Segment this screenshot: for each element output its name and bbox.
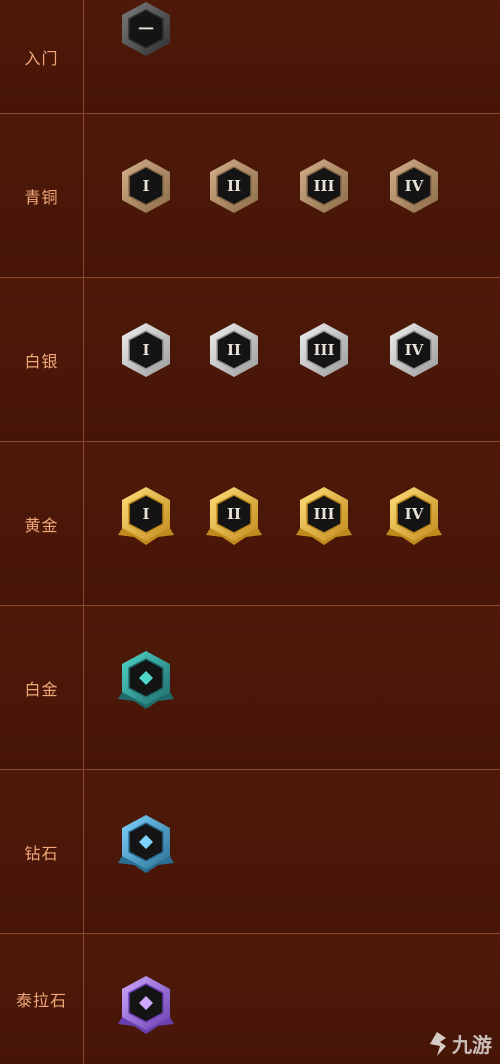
rank-label-cell: 入门 [0, 0, 84, 113]
rank-label: 黄金 [24, 515, 59, 535]
rank-badges [84, 770, 500, 933]
diamond-rank-badge-icon [118, 813, 174, 875]
badge-tier-numeral: III [313, 505, 334, 523]
rank-badges: I II III IV [84, 278, 500, 441]
badge-tier-numeral: IV [405, 505, 424, 523]
rank-label: 白银 [24, 351, 59, 371]
badge-tier-numeral: II [227, 177, 241, 195]
rank-label-cell: 黄金 [0, 442, 84, 605]
rank-label: 泰拉石 [15, 991, 67, 1010]
platinum-rank-badge-icon [118, 649, 174, 711]
badge-tier-numeral: I [142, 505, 149, 523]
silver-rank-badge-icon: III [296, 321, 352, 383]
rank-row-bronze: 青铜 I II III IV [0, 114, 500, 278]
rank-row-diamond: 钻石 [0, 770, 500, 934]
rank-label: 入门 [24, 48, 59, 68]
bronze-rank-badge-icon: I [118, 157, 174, 219]
rank-row-silver: 白银 I II III IV [0, 278, 500, 442]
badge-tier-numeral: III [313, 177, 334, 195]
gold-rank-badge-icon: III [296, 485, 352, 547]
rank-badges: I II III IV [84, 442, 500, 605]
badge-tier-numeral: III [313, 341, 334, 359]
rank-label-cell: 白金 [0, 606, 84, 769]
gold-rank-badge-icon: I [118, 485, 174, 547]
jiuyou-logo-icon [430, 1031, 446, 1056]
rank-row-gold: 黄金 I II III IV [0, 442, 500, 606]
badge-tier-numeral: I [142, 177, 149, 195]
silver-rank-badge-icon: I [118, 321, 174, 383]
rank-badges: 一 [84, 0, 500, 113]
rank-label-cell: 白银 [0, 278, 84, 441]
badge-tier-numeral: II [227, 505, 241, 523]
rank-label: 青铜 [24, 187, 59, 207]
badge-tier-numeral: IV [405, 341, 424, 359]
badge-tier-numeral: I [142, 341, 149, 359]
silver-rank-badge-icon: IV [386, 321, 442, 383]
bronze-rank-badge-icon: IV [386, 157, 442, 219]
rank-label-cell: 钻石 [0, 770, 84, 933]
badge-tier-numeral: II [227, 341, 241, 359]
terra-rank-badge-icon [118, 974, 174, 1036]
badge-tier-numeral: IV [405, 177, 424, 195]
rank-row-entry: 入门 一 [0, 0, 500, 114]
gold-rank-badge-icon: II [206, 485, 262, 547]
badge-tier-numeral: 一 [138, 20, 153, 38]
watermark-text: 九游 [452, 1033, 492, 1057]
silver-rank-badge-icon: II [206, 321, 262, 383]
watermark: 九游 [424, 1029, 492, 1058]
bronze-rank-badge-icon: II [206, 157, 262, 219]
rank-table: 入门 一 青铜 I II III IV 白银 I II III IV 黄金 I II III IV… [0, 0, 500, 1064]
rank-row-platinum: 白金 [0, 606, 500, 770]
dark-rank-badge-icon: 一 [118, 0, 174, 62]
rank-label: 钻石 [24, 843, 59, 863]
gold-rank-badge-icon: IV [386, 485, 442, 547]
bronze-rank-badge-icon: III [296, 157, 352, 219]
rank-label: 白金 [24, 679, 59, 699]
rank-label-cell: 青铜 [0, 114, 84, 277]
rank-badges [84, 606, 500, 769]
rank-badges: I II III IV [84, 114, 500, 277]
rank-label-cell: 泰拉石 [0, 934, 84, 1064]
